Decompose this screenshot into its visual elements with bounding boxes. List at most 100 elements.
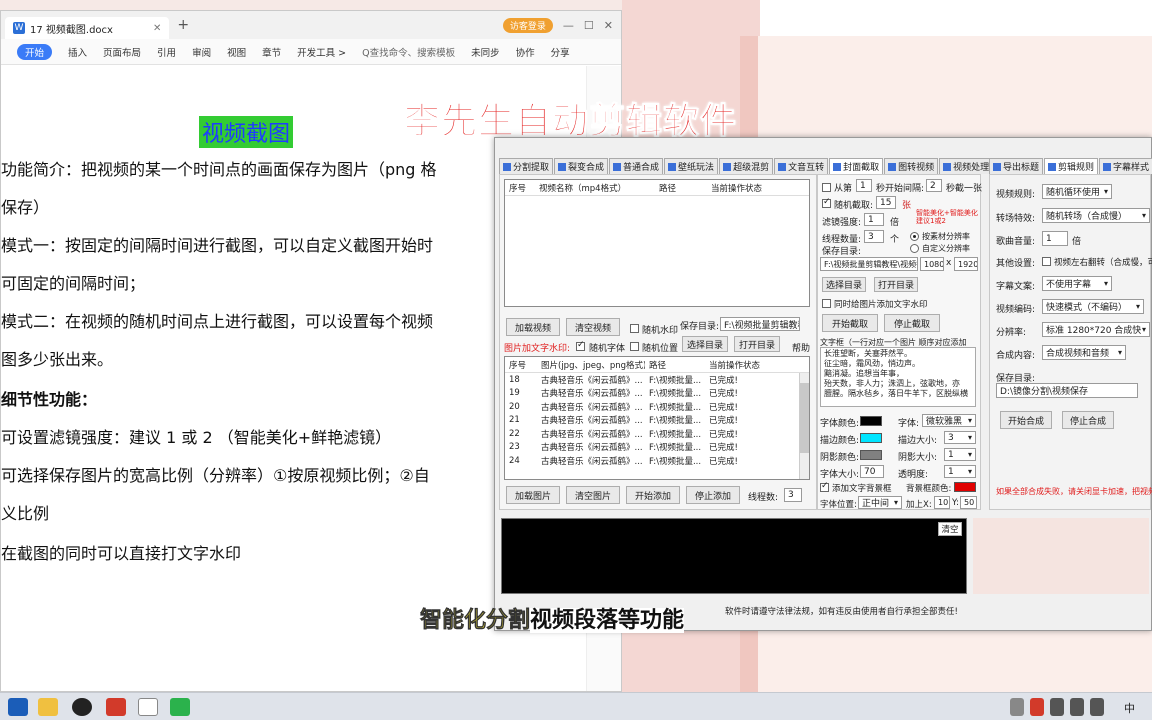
scrollbar-thumb[interactable] [800, 383, 809, 453]
choose-dir-button[interactable]: 选择目录 [682, 336, 728, 352]
close-window-icon[interactable]: ✕ [604, 19, 613, 32]
wps-icon[interactable] [106, 698, 126, 716]
ribbon-tab-home[interactable]: 开始 [17, 43, 53, 60]
start-merge-button[interactable]: 开始合成 [1000, 411, 1052, 429]
save-dir-input[interactable]: F:\视频批量剪辑教程\ [720, 317, 800, 331]
text-bg-checkbox[interactable] [820, 481, 829, 492]
tab-edit-rules[interactable]: 剪辑规则 [1044, 158, 1099, 174]
choose-dir-button[interactable]: 选择目录 [822, 277, 866, 292]
ribbon-tab-review[interactable]: 审阅 [192, 45, 211, 59]
stop-add-button[interactable]: 停止添加 [686, 486, 740, 504]
table-row[interactable]: 24 古典轻音乐《闲云孤鹤》... F:\视频批量... 已完成! [505, 454, 809, 468]
clear-video-button[interactable]: 清空视频 [566, 318, 620, 336]
save-dir-input[interactable]: F:\视频批量剪辑教程\视频截 [820, 257, 918, 271]
font-select[interactable]: 微软雅黑 [922, 414, 976, 427]
load-video-button[interactable]: 加载视频 [506, 318, 560, 336]
clear-log-button[interactable]: 清空 [938, 522, 962, 536]
new-tab-icon[interactable]: + [177, 17, 189, 33]
input-method-indicator[interactable]: 中 [1124, 700, 1135, 716]
record-icon[interactable] [72, 698, 92, 716]
opacity-select[interactable]: 1 [944, 465, 976, 478]
shadow-size-select[interactable]: 1 [944, 448, 976, 461]
tab-cover-capture[interactable]: 封面截取 [829, 158, 884, 174]
search-commands[interactable]: Q查找命令、搜索模板 [362, 45, 455, 59]
tray-icon[interactable] [1070, 698, 1084, 716]
subtitle-select[interactable]: 不使用字幕 [1042, 276, 1112, 291]
add-text-watermark-checkbox[interactable] [822, 299, 831, 308]
bg-color-swatch[interactable] [954, 482, 976, 492]
random-position-checkbox[interactable] [630, 342, 639, 351]
scrollbar[interactable] [799, 373, 809, 479]
blank-app-icon[interactable] [138, 698, 158, 716]
font-size-input[interactable]: 70 [860, 465, 884, 478]
load-image-button[interactable]: 加载图片 [506, 486, 560, 504]
start-menu-icon[interactable] [8, 698, 28, 716]
tray-icon[interactable] [1030, 698, 1044, 716]
stop-capture-button[interactable]: 停止截取 [884, 314, 940, 332]
tab-fission[interactable]: 裂变合成 [554, 158, 609, 174]
tab-split-extract[interactable]: 分割提取 [499, 158, 554, 174]
table-row[interactable]: 19 古典轻音乐《闲云孤鹤》... F:\视频批量... 已完成! [505, 387, 809, 401]
wechat-icon[interactable] [170, 698, 190, 716]
tab-wallpaper[interactable]: 壁纸玩法 [664, 158, 719, 174]
collaborate-button[interactable]: 协作 [516, 45, 535, 59]
table-row[interactable]: 22 古典轻音乐《闲云孤鹤》... F:\视频批量... 已完成! [505, 427, 809, 441]
song-volume-input[interactable]: 1 [1042, 231, 1068, 246]
stroke-size-select[interactable]: 3 [944, 431, 976, 444]
ribbon-tab-view[interactable]: 视图 [227, 45, 246, 59]
ratio-original-radio[interactable] [910, 232, 919, 241]
tab-image-to-video[interactable]: 图转视频 [884, 158, 939, 174]
table-row[interactable]: 23 古典轻音乐《闲云孤鹤》... F:\视频批量... 已完成! [505, 441, 809, 455]
video-list-grid[interactable]: 序号 视频名称（mp4格式） 路径 当前操作状态 [504, 179, 810, 307]
document-tab[interactable]: W 17 视频截图.docx ✕ [5, 17, 170, 39]
stroke-color-swatch[interactable] [860, 433, 882, 443]
tray-icon[interactable] [1050, 698, 1064, 716]
tab-super-mix[interactable]: 超级混剪 [719, 158, 774, 174]
table-row[interactable]: 20 古典轻音乐《闲云孤鹤》... F:\视频批量... 已完成! [505, 400, 809, 414]
threads-input[interactable]: 3 [784, 488, 802, 502]
random-capture-input[interactable]: 15 [876, 196, 896, 209]
ribbon-tab-dev[interactable]: 开发工具 > [297, 45, 346, 59]
file-explorer-icon[interactable] [38, 698, 58, 716]
filter-strength-input[interactable]: 1 [864, 213, 884, 226]
content-select[interactable]: 合成视频和音频 [1042, 345, 1126, 360]
table-row[interactable]: 18 古典轻音乐《闲云孤鹤》... F:\视频批量... 已完成! [505, 373, 809, 387]
from-second-checkbox[interactable] [822, 183, 831, 192]
sync-status[interactable]: 未同步 [471, 45, 500, 59]
random-font-checkbox[interactable] [576, 340, 585, 351]
help-link[interactable]: 帮助 [792, 341, 810, 354]
font-position-select[interactable]: 正中间 [858, 496, 902, 509]
encode-select[interactable]: 快速模式（不编码） [1042, 299, 1144, 314]
tab-export-title[interactable]: 导出标题 [989, 158, 1044, 174]
table-row[interactable]: 21 古典轻音乐《闲云孤鹤》... F:\视频批量... 已完成! [505, 414, 809, 428]
ribbon-tab-layout[interactable]: 页面布局 [103, 45, 141, 59]
ribbon-tab-chapter[interactable]: 章节 [262, 45, 281, 59]
close-tab-icon[interactable]: ✕ [153, 23, 161, 34]
log-console[interactable]: 清空 [501, 518, 967, 594]
open-dir-button[interactable]: 打开目录 [874, 277, 918, 292]
interval-input[interactable]: 2 [926, 179, 942, 192]
start-capture-button[interactable]: 开始截取 [822, 314, 878, 332]
random-watermark-checkbox[interactable] [630, 324, 639, 333]
random-capture-checkbox[interactable] [822, 197, 831, 208]
stop-merge-button[interactable]: 停止合成 [1062, 411, 1114, 429]
tab-normal-merge[interactable]: 普通合成 [609, 158, 664, 174]
width-input[interactable]: 1080 [920, 257, 944, 271]
tab-text-audio[interactable]: 文音互转 [774, 158, 829, 174]
from-second-input[interactable]: 1 [856, 179, 872, 192]
maximize-icon[interactable]: ☐ [584, 19, 594, 32]
thread-count-input[interactable]: 3 [864, 230, 884, 243]
tab-subtitle-style[interactable]: 字幕样式 [1099, 158, 1152, 174]
visitor-login-button[interactable]: 访客登录 [502, 17, 553, 33]
video-rule-select[interactable]: 随机循环使用 [1042, 184, 1112, 199]
resolution-select[interactable]: 标准 1280*720 合成快 [1042, 322, 1150, 337]
ribbon-tab-reference[interactable]: 引用 [157, 45, 176, 59]
open-dir-button[interactable]: 打开目录 [734, 336, 780, 352]
shadow-color-swatch[interactable] [860, 450, 882, 460]
clear-image-button[interactable]: 清空图片 [566, 486, 620, 504]
watermark-text-box[interactable]: 长淮望断，关塞莽然平。 征尘暗，霜风劲，悄边声。 黯消凝。追想当年事， 殆天数，… [820, 347, 976, 407]
tray-icon[interactable] [1090, 698, 1104, 716]
tab-video-process[interactable]: 视频处理 [939, 158, 994, 174]
transition-select[interactable]: 随机转场（合成慢） [1042, 208, 1150, 223]
share-button[interactable]: 分享 [551, 45, 570, 59]
